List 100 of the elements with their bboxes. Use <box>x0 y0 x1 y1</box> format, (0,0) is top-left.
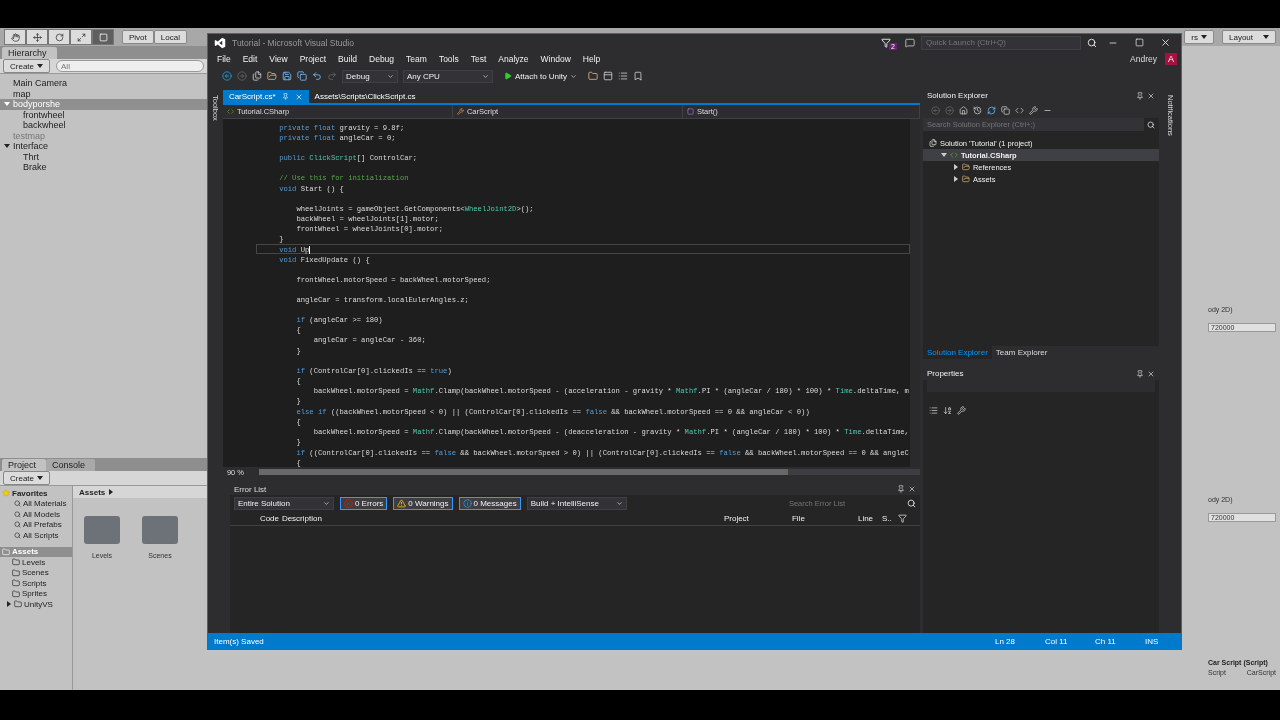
tool-button[interactable] <box>70 29 92 45</box>
create-button[interactable]: Create <box>3 59 50 73</box>
scope-dropdown[interactable]: Entire Solution <box>233 496 334 510</box>
filter-toggle[interactable]: 0 Messages <box>458 496 521 510</box>
close-icon[interactable] <box>907 485 916 493</box>
favorite-item[interactable]: All Prefabs <box>0 519 72 530</box>
pin-icon[interactable] <box>1136 91 1145 100</box>
menu-item[interactable]: Debug <box>364 54 400 64</box>
menu-item[interactable]: View <box>264 54 293 64</box>
menu-item[interactable]: Edit <box>237 54 263 64</box>
favorite-item[interactable]: All Scripts <box>0 530 72 541</box>
undo-icon[interactable] <box>312 71 322 81</box>
asset-folder-item[interactable]: Sprites <box>0 588 72 599</box>
close-icon[interactable] <box>1147 369 1156 378</box>
feedback-icon[interactable] <box>905 37 915 48</box>
scale-tool-icon <box>76 32 86 42</box>
menu-item[interactable]: Tools <box>433 54 464 64</box>
hierarchy-item[interactable]: Interface <box>0 141 207 152</box>
favorite-item[interactable]: All Models <box>0 509 72 520</box>
user-avatar[interactable]: A <box>1165 53 1177 65</box>
hierarchy-item[interactable]: Brake <box>0 162 207 173</box>
hierarchy-item[interactable]: frontwheel <box>0 109 207 120</box>
pin-icon[interactable] <box>896 485 905 493</box>
configuration-dropdown[interactable]: Debug <box>342 69 398 83</box>
back-icon[interactable] <box>222 71 232 81</box>
source-dropdown[interactable]: Build + IntelliSense <box>526 496 627 510</box>
filter-icon[interactable] <box>897 513 907 523</box>
user-name[interactable]: Andrey <box>1130 54 1157 64</box>
search-icon[interactable] <box>1087 37 1097 48</box>
document-tab[interactable]: CarScript.cs* <box>222 90 309 103</box>
save-all-icon[interactable] <box>297 71 307 81</box>
hierarchy-item[interactable]: backwheel <box>0 120 207 131</box>
panel-tab[interactable]: Console <box>46 459 96 471</box>
tool-button[interactable] <box>4 29 26 45</box>
tool-button[interactable] <box>92 29 114 45</box>
menu-item[interactable]: Test <box>465 54 492 64</box>
column-header[interactable]: Description <box>281 513 342 523</box>
column-header[interactable]: Project <box>723 513 792 523</box>
column-header[interactable]: File <box>791 513 858 523</box>
menu-item[interactable]: Build <box>333 54 362 64</box>
document-tab[interactable]: Assets\Scripts\ClickScript.cs <box>308 90 422 103</box>
history-icon[interactable] <box>972 105 982 115</box>
menu-item[interactable]: Project <box>294 54 332 64</box>
alphabetical-icon[interactable] <box>942 405 952 415</box>
layers-dropdown[interactable]: rs <box>1184 30 1214 44</box>
settings-icon[interactable] <box>1028 105 1038 115</box>
pin-icon[interactable] <box>1136 369 1145 378</box>
hierarchy-item[interactable]: Thrt <box>0 151 207 162</box>
code-icon[interactable] <box>1014 105 1024 115</box>
asset-folder-item[interactable]: Scenes <box>0 567 72 578</box>
panel-tab[interactable]: Team Explorer <box>991 346 1052 359</box>
asset-folder-item[interactable]: Levels <box>0 557 72 568</box>
favorites-item[interactable]: Favorites <box>0 488 72 499</box>
layout-dropdown[interactable]: Layout <box>1222 30 1276 44</box>
hierarchy-item[interactable]: Main Camera <box>0 78 207 89</box>
column-header[interactable]: S.. <box>881 513 898 523</box>
list-icon[interactable] <box>618 71 629 81</box>
asset-folder-item[interactable]: UnityVS <box>0 599 72 610</box>
window-icon[interactable] <box>603 71 614 81</box>
platform-dropdown[interactable]: Any CPU <box>403 69 493 83</box>
filter-toggle[interactable]: 0 Errors <box>339 496 388 510</box>
panel-tab[interactable]: Project <box>2 459 46 471</box>
bookmark-icon[interactable] <box>633 71 644 81</box>
local-button[interactable]: Local <box>153 30 187 44</box>
tool-button[interactable] <box>26 29 48 45</box>
hierarchy-item[interactable]: map <box>0 88 207 99</box>
attach-to-unity-button[interactable]: Attach to Unity <box>498 69 584 83</box>
hierarchy-tab[interactable]: Hierarchy <box>2 47 57 59</box>
column-header[interactable]: Line <box>857 513 882 523</box>
create-button[interactable]: Create <box>3 471 50 485</box>
menu-item[interactable]: File <box>212 54 236 64</box>
panel-tab[interactable]: Solution Explorer <box>922 346 992 359</box>
close-icon[interactable] <box>294 92 303 101</box>
menu-item[interactable]: Analyze <box>493 54 534 64</box>
close-icon[interactable] <box>1147 91 1156 100</box>
breadcrumb[interactable]: Assets <box>79 487 106 497</box>
play-icon <box>504 72 512 80</box>
favorite-item[interactable]: All Materials <box>0 498 72 509</box>
hierarchy-search-field[interactable]: All <box>56 60 204 72</box>
save-icon[interactable] <box>282 71 292 81</box>
new-project-icon[interactable] <box>252 71 262 81</box>
code-editor[interactable] <box>222 119 920 477</box>
folder-icon[interactable] <box>588 71 599 81</box>
copy-icon[interactable] <box>1000 105 1010 115</box>
menu-item[interactable]: Team <box>401 54 432 64</box>
open-folder-icon[interactable] <box>267 71 277 81</box>
menu-item[interactable]: Help <box>577 54 606 64</box>
scrollbar-thumb[interactable] <box>258 469 788 475</box>
refresh-icon[interactable] <box>986 105 996 115</box>
column-header[interactable]: Code <box>259 513 282 523</box>
asset-folder-item[interactable]: Scripts <box>0 578 72 589</box>
tool-button[interactable] <box>48 29 70 45</box>
categorized-icon[interactable] <box>928 405 938 415</box>
filter-toggle[interactable]: 0 Warnings <box>393 496 453 510</box>
pivot-button[interactable]: Pivot <box>122 30 154 44</box>
wrench-icon[interactable] <box>956 405 966 415</box>
search-icon[interactable] <box>906 498 916 508</box>
home-icon[interactable] <box>958 105 968 115</box>
chevron-down-icon <box>615 499 623 507</box>
menu-item[interactable]: Window <box>535 54 576 64</box>
